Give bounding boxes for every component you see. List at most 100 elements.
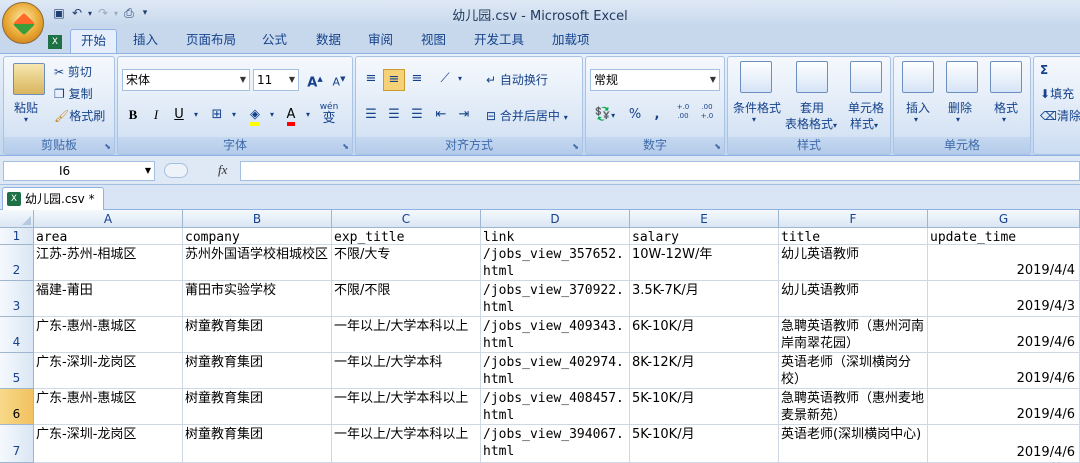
cell-styles-icon[interactable] bbox=[850, 61, 882, 93]
delete-cells-icon[interactable] bbox=[946, 61, 978, 93]
align-middle-icon[interactable]: ≡ bbox=[383, 69, 405, 91]
cell-title[interactable]: title bbox=[779, 228, 928, 245]
column-header-a[interactable]: A bbox=[34, 210, 183, 228]
paste-dropdown-icon[interactable]: ▾ bbox=[24, 115, 28, 124]
font-color-button[interactable]: A bbox=[280, 105, 302, 127]
cell-salary[interactable]: 5K-10K/月 bbox=[630, 389, 779, 425]
underline-dropdown-icon[interactable]: ▾ bbox=[190, 105, 202, 127]
cell-title[interactable]: 英语老师（深圳横岗分校） bbox=[779, 353, 928, 389]
formula-input[interactable] bbox=[240, 161, 1080, 181]
underline-button[interactable]: U bbox=[168, 105, 190, 127]
cell-update-time[interactable]: 2019/4/6 bbox=[928, 425, 1080, 463]
format-painter-button[interactable]: 🖌格式刷 bbox=[54, 107, 105, 124]
cell-company[interactable]: 苏州外国语学校相城校区 bbox=[183, 245, 332, 281]
cell-company[interactable]: 树童教育集团 bbox=[183, 425, 332, 463]
chevron-down-icon[interactable]: ▾ bbox=[914, 115, 918, 124]
borders-dropdown-icon[interactable]: ▾ bbox=[228, 105, 240, 127]
delete-cells-button[interactable]: 删除 bbox=[948, 99, 972, 116]
wrap-text-button[interactable]: ↵ 自动换行 bbox=[486, 71, 548, 88]
copy-button[interactable]: ❐ 复制 bbox=[54, 85, 93, 102]
cell-update-time[interactable]: 2019/4/6 bbox=[928, 353, 1080, 389]
cell-exp-title[interactable]: 一年以上/大学本科以上 bbox=[332, 317, 481, 353]
tab-formulas[interactable]: 公式 bbox=[252, 29, 297, 53]
workbook-tab[interactable]: X 幼儿园.csv * bbox=[2, 187, 104, 210]
row-header-5[interactable]: 5 bbox=[0, 353, 34, 389]
tab-data[interactable]: 数据 bbox=[306, 29, 351, 53]
clear-button[interactable]: ⌫清除 bbox=[1040, 107, 1080, 124]
format-as-table-button[interactable]: 套用 bbox=[800, 99, 824, 116]
cell-salary[interactable]: 5K-10K/月 bbox=[630, 425, 779, 463]
cut-button[interactable]: ✂ 剪切 bbox=[54, 63, 92, 80]
fill-color-button[interactable]: ◈ bbox=[244, 105, 266, 127]
number-format-select[interactable]: 常规 ▼ bbox=[590, 69, 720, 91]
cell-salary[interactable]: 6K-10K/月 bbox=[630, 317, 779, 353]
cell-area[interactable]: 广东-深圳-龙岗区 bbox=[34, 425, 183, 463]
cell-area[interactable]: 江苏-苏州-相城区 bbox=[34, 245, 183, 281]
tab-addins[interactable]: 加载项 bbox=[542, 29, 600, 53]
column-header-d[interactable]: D bbox=[481, 210, 630, 228]
cell-area[interactable]: 广东-惠州-惠城区 bbox=[34, 389, 183, 425]
office-button[interactable] bbox=[2, 2, 44, 44]
insert-cells-icon[interactable] bbox=[902, 61, 934, 93]
cell-company[interactable]: company bbox=[183, 228, 332, 245]
grow-font-button[interactable]: A▲ bbox=[304, 69, 326, 91]
formula-divider-handle[interactable] bbox=[164, 163, 188, 178]
number-launcher-icon[interactable]: ⬊ bbox=[714, 142, 721, 151]
cell-salary[interactable]: 8K-12K/月 bbox=[630, 353, 779, 389]
cell-exp-title[interactable]: 一年以上/大学本科以上 bbox=[332, 425, 481, 463]
paste-icon[interactable] bbox=[13, 63, 45, 95]
tab-view[interactable]: 视图 bbox=[411, 29, 456, 53]
cell-exp-title[interactable]: 一年以上/大学本科以上 bbox=[332, 389, 481, 425]
cell-link[interactable]: /jobs_view_357652.html bbox=[481, 245, 630, 281]
cell-link[interactable]: /jobs_view_394067.html bbox=[481, 425, 630, 463]
row-header-4[interactable]: 4 bbox=[0, 317, 34, 353]
insert-function-icon[interactable]: fx bbox=[218, 162, 227, 178]
cell-link[interactable]: /jobs_view_370922.html bbox=[481, 281, 630, 317]
cell-title[interactable]: 幼儿英语教师 bbox=[779, 245, 928, 281]
conditional-format-icon[interactable] bbox=[740, 61, 772, 93]
insert-cells-button[interactable]: 插入 bbox=[906, 99, 930, 116]
cell-company[interactable]: 树童教育集团 bbox=[183, 389, 332, 425]
align-bottom-icon[interactable]: ≡ bbox=[406, 69, 428, 91]
decrease-decimal-button[interactable]: .00 +.0 bbox=[696, 103, 718, 125]
increase-decimal-button[interactable]: +.0 .00 bbox=[672, 103, 694, 125]
tab-home[interactable]: 开始 bbox=[70, 29, 118, 53]
align-right-icon[interactable]: ☰ bbox=[406, 105, 428, 127]
cell-area[interactable]: 广东-惠州-惠城区 bbox=[34, 317, 183, 353]
cell-title[interactable]: 幼儿英语教师 bbox=[779, 281, 928, 317]
phonetic-button[interactable]: wén 变 bbox=[316, 101, 342, 131]
bold-button[interactable]: B bbox=[122, 105, 144, 127]
cell-exp-title[interactable]: 不限/大专 bbox=[332, 245, 481, 281]
cell-styles-button[interactable]: 单元格 bbox=[848, 99, 884, 116]
font-color-dropdown-icon[interactable]: ▾ bbox=[302, 105, 314, 127]
format-cells-icon[interactable] bbox=[990, 61, 1022, 93]
cell-exp-title[interactable]: 一年以上/大学本科 bbox=[332, 353, 481, 389]
align-left-icon[interactable]: ☰ bbox=[360, 105, 382, 127]
row-header-2[interactable]: 2 bbox=[0, 245, 34, 281]
merge-center-button[interactable]: ⊟ 合并后居中 ▾ bbox=[486, 107, 568, 124]
comma-button[interactable]: , bbox=[646, 105, 668, 127]
tab-page-layout[interactable]: 页面布局 bbox=[176, 29, 246, 53]
clipboard-launcher-icon[interactable]: ⬊ bbox=[104, 142, 111, 151]
tab-insert[interactable]: 插入 bbox=[123, 29, 168, 53]
row-header-6[interactable]: 6 bbox=[0, 389, 34, 425]
cell-salary[interactable]: 10W-12W/年 bbox=[630, 245, 779, 281]
cell-update-time[interactable]: update_time bbox=[928, 228, 1080, 245]
increase-indent-icon[interactable]: ⇥ bbox=[453, 105, 475, 127]
cell-company[interactable]: 树童教育集团 bbox=[183, 317, 332, 353]
cell-update-time[interactable]: 2019/4/6 bbox=[928, 389, 1080, 425]
currency-button[interactable]: 💱▾ bbox=[590, 105, 620, 127]
cell-company[interactable]: 树童教育集团 bbox=[183, 353, 332, 389]
format-cells-button[interactable]: 格式 bbox=[994, 99, 1018, 116]
chevron-down-icon[interactable]: ▾ bbox=[956, 115, 960, 124]
cell-area[interactable]: area bbox=[34, 228, 183, 245]
paste-button[interactable]: 粘贴 bbox=[14, 99, 38, 116]
cell-link[interactable]: link bbox=[481, 228, 630, 245]
cell-link[interactable]: /jobs_view_408457.html bbox=[481, 389, 630, 425]
cell-salary[interactable]: 3.5K-7K/月 bbox=[630, 281, 779, 317]
row-header-1[interactable]: 1 bbox=[0, 228, 34, 245]
cell-update-time[interactable]: 2019/4/6 bbox=[928, 317, 1080, 353]
fill-color-dropdown-icon[interactable]: ▾ bbox=[266, 105, 278, 127]
cell-exp-title[interactable]: exp_title bbox=[332, 228, 481, 245]
cell-update-time[interactable]: 2019/4/4 bbox=[928, 245, 1080, 281]
